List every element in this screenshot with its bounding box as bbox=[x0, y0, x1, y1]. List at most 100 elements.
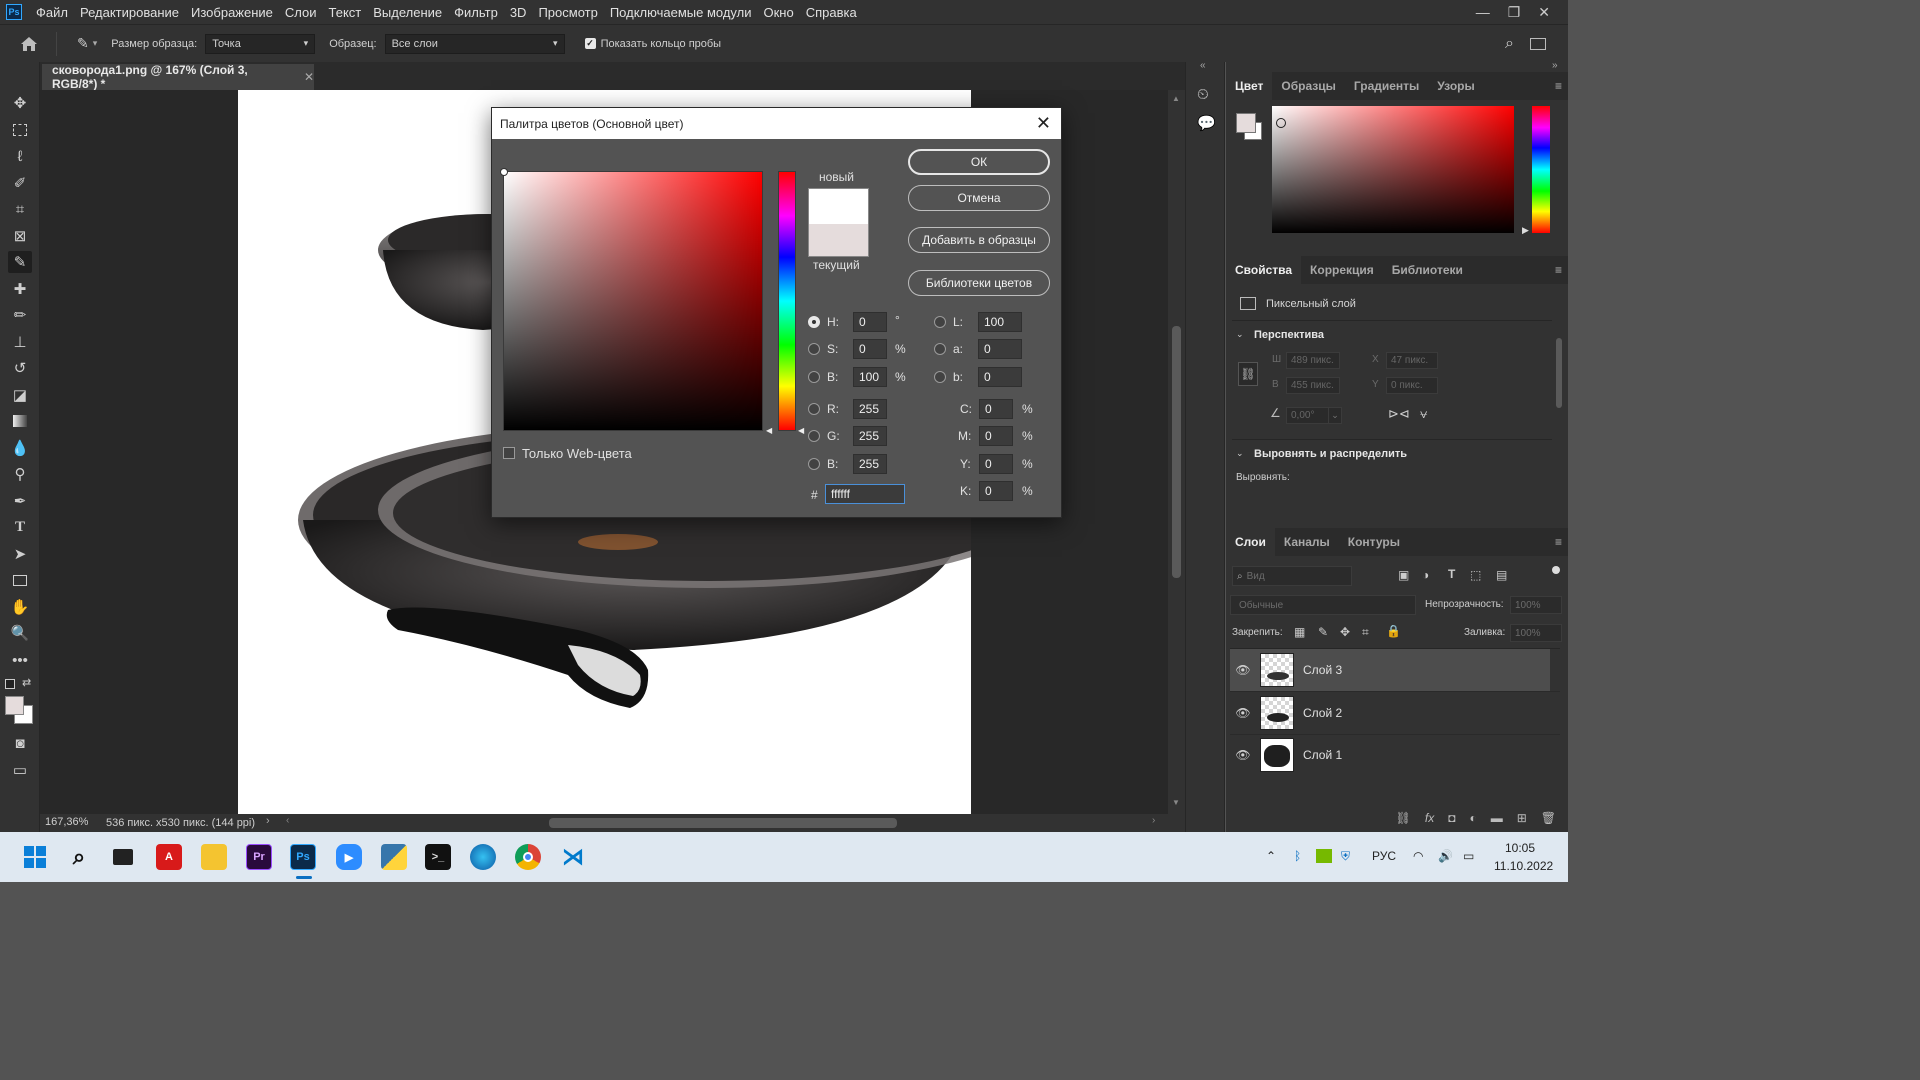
field-y-input[interactable]: 0 bbox=[979, 454, 1013, 474]
width-field[interactable]: 489 пикс. bbox=[1286, 352, 1340, 369]
eyedropper-tool-icon[interactable]: ✎ bbox=[8, 251, 32, 273]
chrome-browser-icon[interactable] bbox=[515, 844, 541, 870]
field-a-input[interactable]: 0 bbox=[978, 339, 1022, 359]
windows-start-icon[interactable] bbox=[22, 844, 48, 870]
cancel-button[interactable]: Отмена bbox=[908, 185, 1050, 211]
field-g-input[interactable]: 255 bbox=[853, 426, 887, 446]
volume-icon[interactable]: 🔊 bbox=[1438, 849, 1453, 863]
tab-patterns[interactable]: Узоры bbox=[1428, 72, 1483, 100]
visibility-eye-icon[interactable]: 👁 bbox=[1234, 748, 1252, 762]
gradient-tool-icon[interactable] bbox=[8, 410, 32, 432]
field-b-lab-input[interactable]: 0 bbox=[978, 367, 1022, 387]
scroll-right-icon[interactable]: › bbox=[1152, 815, 1155, 826]
link-layers-icon[interactable]: ⛓ bbox=[1396, 811, 1411, 825]
radio-brightness[interactable] bbox=[808, 371, 820, 383]
lock-transparency-icon[interactable]: ▦ bbox=[1294, 625, 1305, 639]
search-icon[interactable]: ⌕ bbox=[66, 844, 92, 870]
battery-icon[interactable]: ▭ bbox=[1463, 849, 1474, 863]
crop-tool-icon[interactable]: ⌗ bbox=[8, 198, 32, 220]
field-c-input[interactable]: 0 bbox=[979, 399, 1013, 419]
lock-artboard-icon[interactable]: ⌗ bbox=[1362, 625, 1369, 640]
layer-row[interactable]: 👁 Слой 2 bbox=[1230, 692, 1550, 734]
type-tool-icon[interactable]: T bbox=[8, 516, 32, 538]
chevron-down-icon[interactable]: ⌄ bbox=[1236, 448, 1244, 459]
field-m-input[interactable]: 0 bbox=[979, 426, 1013, 446]
menu-edit[interactable]: Редактирование bbox=[74, 5, 185, 20]
menu-window[interactable]: Окно bbox=[757, 5, 799, 20]
quick-mask-icon[interactable]: ◙ bbox=[8, 732, 32, 754]
layer-name[interactable]: Слой 2 bbox=[1303, 706, 1342, 720]
tray-chevron-up-icon[interactable]: ⌃ bbox=[1266, 849, 1276, 863]
menu-filter[interactable]: Фильтр bbox=[448, 5, 504, 20]
terminal-icon[interactable]: >_ bbox=[425, 844, 451, 870]
hue-slider-handle-icon[interactable]: ◀ bbox=[798, 426, 804, 435]
layer-name[interactable]: Слой 1 bbox=[1303, 748, 1342, 762]
layer-row[interactable]: 👁 Слой 1 bbox=[1230, 734, 1550, 776]
lock-all-icon[interactable]: 🔒 bbox=[1386, 624, 1401, 638]
layer-row[interactable]: 👁 Слой 3 bbox=[1230, 649, 1550, 691]
lasso-tool-icon[interactable]: ℓ bbox=[8, 145, 32, 167]
menu-help[interactable]: Справка bbox=[800, 5, 863, 20]
x-field[interactable]: 47 пикс. bbox=[1386, 352, 1438, 369]
menu-3d[interactable]: 3D bbox=[504, 5, 533, 20]
panel-menu-icon[interactable]: ≡ bbox=[1555, 263, 1562, 277]
radio-s[interactable] bbox=[808, 343, 820, 355]
panel-menu-icon[interactable]: ≡ bbox=[1555, 535, 1562, 549]
chevron-down-icon[interactable]: ⌄ bbox=[1328, 407, 1342, 424]
premiere-pro-icon[interactable]: Pr bbox=[246, 844, 272, 870]
rectangle-tool-icon[interactable] bbox=[8, 569, 32, 591]
web-colors-checkbox[interactable] bbox=[503, 447, 515, 459]
layer-name[interactable]: Слой 3 bbox=[1303, 663, 1342, 677]
menu-select[interactable]: Выделение bbox=[367, 5, 448, 20]
chevron-down-icon[interactable]: ▾ bbox=[93, 38, 98, 49]
eraser-tool-icon[interactable]: ◪ bbox=[8, 384, 32, 406]
current-color-swatch[interactable] bbox=[808, 224, 869, 257]
radio-blue[interactable] bbox=[808, 458, 820, 470]
file-explorer-icon[interactable] bbox=[201, 844, 227, 870]
clock-time[interactable]: 10:05 bbox=[1505, 841, 1535, 855]
link-icon[interactable]: ⛓ bbox=[1238, 362, 1258, 386]
filter-pixel-icon[interactable]: ▣ bbox=[1398, 568, 1409, 582]
menu-file[interactable]: Файл bbox=[30, 5, 74, 20]
show-ring-checkbox[interactable]: ✓ bbox=[584, 38, 596, 49]
fill-field[interactable]: 100% bbox=[1510, 624, 1562, 642]
new-group-icon[interactable]: ▬ bbox=[1491, 811, 1503, 825]
photoshop-taskbar-icon[interactable]: Ps bbox=[290, 844, 316, 870]
language-indicator[interactable]: РУС bbox=[1372, 849, 1396, 863]
flip-horizontal-icon[interactable]: ⊳⊲ bbox=[1388, 406, 1410, 422]
document-tab[interactable]: сковорода1.png @ 167% (Слой 3, RGB/8*) *… bbox=[42, 63, 314, 91]
hue-slider-handle-icon[interactable]: ▶ bbox=[1522, 225, 1529, 236]
wifi-icon[interactable]: ◠ bbox=[1413, 849, 1423, 863]
path-selection-tool-icon[interactable]: ➤ bbox=[8, 543, 32, 565]
edge-browser-icon[interactable] bbox=[470, 844, 496, 870]
adjustment-layer-icon[interactable]: ◐ bbox=[1469, 811, 1476, 825]
collapse-right-icon[interactable]: » bbox=[1552, 60, 1558, 71]
tab-swatches[interactable]: Образцы bbox=[1272, 72, 1345, 100]
field-s-input[interactable]: 0 bbox=[853, 339, 887, 359]
comments-icon[interactable]: 💬 bbox=[1197, 114, 1216, 132]
vscode-icon[interactable]: ⋊ bbox=[560, 844, 586, 870]
marquee-tool-icon[interactable] bbox=[8, 119, 32, 141]
tab-gradients[interactable]: Градиенты bbox=[1345, 72, 1428, 100]
restore-icon[interactable]: ❐ bbox=[1508, 4, 1521, 21]
height-field[interactable]: 455 пикс. bbox=[1286, 377, 1340, 394]
field-brightness-input[interactable]: 100 bbox=[853, 367, 887, 387]
y-field[interactable]: 0 пикс. bbox=[1386, 377, 1438, 394]
eyedropper-preset-icon[interactable]: ✎ bbox=[77, 35, 89, 52]
screen-mode-icon[interactable]: ▭ bbox=[8, 759, 32, 781]
nvidia-icon[interactable] bbox=[1316, 849, 1332, 863]
minimize-icon[interactable]: — bbox=[1476, 4, 1490, 21]
zoom-tool-icon[interactable]: 🔍 bbox=[8, 622, 32, 644]
search-icon[interactable]: ⌕ bbox=[1505, 35, 1514, 53]
vertical-scrollbar[interactable]: ▲ ▼ bbox=[1168, 90, 1185, 814]
brush-tool-icon[interactable]: ✏ bbox=[8, 304, 32, 326]
blend-mode-select[interactable]: Обычные bbox=[1230, 595, 1416, 615]
menu-layers[interactable]: Слои bbox=[279, 5, 323, 20]
close-tab-icon[interactable]: ✕ bbox=[304, 70, 314, 84]
tab-layers[interactable]: Слои bbox=[1226, 528, 1275, 556]
filter-toggle-icon[interactable] bbox=[1552, 566, 1560, 574]
add-mask-icon[interactable]: ◘ bbox=[1448, 811, 1455, 825]
visibility-eye-icon[interactable]: 👁 bbox=[1234, 706, 1252, 720]
section-perspective[interactable]: Перспектива bbox=[1254, 329, 1324, 341]
hue-slider[interactable] bbox=[778, 171, 796, 431]
